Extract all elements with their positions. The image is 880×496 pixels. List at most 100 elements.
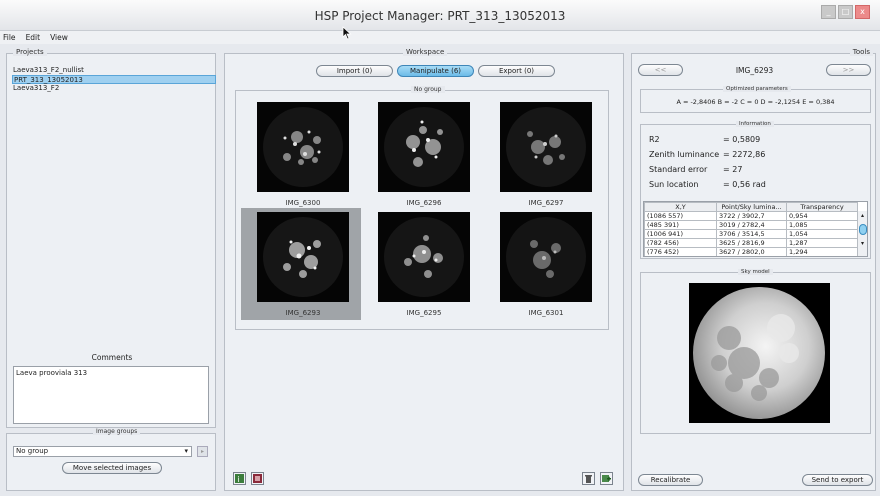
image-thumbnail[interactable]: IMG_6295 — [378, 212, 470, 317]
info-value: = 27 — [723, 165, 743, 174]
fisheye-image — [378, 212, 470, 302]
image-caption: IMG_6297 — [528, 199, 564, 207]
fisheye-image — [257, 102, 349, 192]
optimized-parameters-box: Optimized parameters A = -2,8406 B = -2 … — [640, 86, 871, 113]
info-value: = 0,5809 — [723, 135, 761, 144]
table-cell: 1,085 — [786, 220, 858, 230]
image-thumbnail-selected[interactable]: IMG_6293 — [257, 212, 349, 317]
info-row: R2 = 0,5809 — [649, 135, 760, 144]
image-stack-icon[interactable] — [251, 472, 264, 485]
current-image-name: IMG_6293 — [735, 66, 774, 75]
group-select[interactable]: No group ▾ — [13, 446, 192, 457]
trash-icon[interactable] — [582, 472, 595, 485]
close-button[interactable]: x — [855, 5, 870, 19]
tab-manipulate[interactable]: Manipulate (6) — [397, 65, 474, 77]
info-icon[interactable]: i — [233, 472, 246, 485]
sky-model-image — [689, 283, 830, 423]
tools-panel: Tools << IMG_6293 >> Optimized parameter… — [631, 48, 876, 491]
table-cell: 3706 / 3514,5 — [716, 229, 787, 239]
workspace-legend: Workspace — [403, 48, 448, 56]
table-row[interactable]: (776 452) 3627 / 2802,0 1,294 — [644, 247, 858, 256]
group-action-icon[interactable]: ▸ — [197, 446, 208, 457]
recalibrate-button[interactable]: Recalibrate — [638, 474, 703, 486]
projects-legend: Projects — [13, 48, 47, 56]
column-header[interactable]: Transparency — [786, 202, 858, 212]
table-cell: 0,954 — [786, 211, 858, 221]
image-thumbnail[interactable]: IMG_6300 — [257, 102, 349, 207]
send-to-export-button[interactable]: Send to export — [802, 474, 873, 486]
table-row[interactable]: (485 391) 3019 / 2782,4 1,085 — [644, 220, 858, 230]
group-select-value: No group — [16, 447, 49, 455]
previous-image-button[interactable]: << — [638, 64, 683, 76]
maximize-button[interactable]: □ — [838, 5, 853, 19]
table-cell: (1006 941) — [644, 229, 717, 239]
tab-export[interactable]: Export (0) — [478, 65, 555, 77]
project-item-selected[interactable]: PRT_313_13052013 — [12, 75, 216, 84]
mouse-cursor-icon — [342, 26, 352, 40]
no-group-legend: No group — [411, 86, 445, 93]
column-header[interactable]: Point/Sky lumina... — [716, 202, 787, 212]
table-cell: (485 391) — [644, 220, 717, 230]
sky-model-box: Sky model — [640, 269, 871, 434]
fisheye-image — [257, 212, 349, 302]
scrollbar-thumb[interactable] — [858, 224, 867, 235]
info-value: = 0,56 rad — [723, 180, 766, 189]
comments-textarea[interactable]: Laeva prooviala 313 — [13, 366, 209, 424]
project-item[interactable]: Laeva313_F2 — [12, 84, 216, 93]
tools-legend: Tools — [849, 48, 873, 56]
projects-panel: Projects Laeva313_F2_nullist PRT_313_130… — [6, 48, 216, 428]
move-selected-images-button[interactable]: Move selected images — [62, 462, 162, 474]
points-table-container[interactable]: X,Y Point/Sky lumina... Transparency (10… — [643, 201, 868, 257]
info-key: Standard error — [649, 165, 708, 174]
column-header[interactable]: X,Y — [644, 202, 717, 212]
fisheye-image — [500, 212, 592, 302]
project-list: Laeva313_F2_nullist PRT_313_13052013 Lae… — [12, 66, 216, 93]
table-row[interactable]: (782 456) 3625 / 2816,9 1,287 — [644, 238, 858, 248]
sky-model-legend: Sky model — [738, 269, 773, 275]
comments-label: Comments — [91, 353, 133, 362]
scroll-down-icon[interactable]: ▾ — [858, 239, 867, 248]
image-thumbnail[interactable]: IMG_6301 — [500, 212, 592, 317]
table-cell: 3625 / 2816,9 — [716, 238, 787, 248]
workspace-panel: Workspace Import (0) Manipulate (6) Expo… — [224, 48, 624, 491]
table-cell: (1086 557) — [644, 211, 717, 221]
information-legend: Information — [736, 121, 774, 127]
project-item[interactable]: Laeva313_F2_nullist — [12, 66, 216, 75]
scroll-up-icon[interactable]: ▴ — [858, 211, 867, 220]
minimize-button[interactable]: _ — [821, 5, 836, 19]
image-caption: IMG_6296 — [406, 199, 442, 207]
table-cell: 3722 / 3902,7 — [716, 211, 787, 221]
info-key: Sun location — [649, 180, 699, 189]
svg-text:i: i — [238, 475, 240, 484]
table-cell: (782 456) — [644, 238, 717, 248]
points-table: X,Y Point/Sky lumina... Transparency (10… — [644, 202, 858, 256]
menu-edit[interactable]: Edit — [26, 31, 41, 44]
table-scrollbar[interactable]: ▴ ▾ — [857, 211, 867, 256]
chevron-down-icon: ▾ — [184, 447, 188, 455]
image-caption: IMG_6301 — [528, 309, 564, 317]
next-image-button[interactable]: >> — [826, 64, 871, 76]
table-cell: 3627 / 2802,0 — [716, 247, 787, 256]
window-title: HSP Project Manager: PRT_313_13052013 — [314, 9, 566, 23]
tab-import[interactable]: Import (0) — [316, 65, 393, 77]
image-groups-legend: Image groups — [93, 428, 141, 435]
image-thumbnail[interactable]: IMG_6296 — [378, 102, 470, 207]
information-box: Information R2 = 0,5809 Zenith luminance =… — [640, 121, 871, 259]
table-cell: 1,054 — [786, 229, 858, 239]
image-caption: IMG_6293 — [285, 309, 321, 317]
menu-file[interactable]: File — [3, 31, 16, 44]
menu-view[interactable]: View — [50, 31, 68, 44]
sky-model-svg — [689, 283, 830, 423]
table-row[interactable]: (1006 941) 3706 / 3514,5 1,054 — [644, 229, 858, 239]
table-row[interactable]: (1086 557) 3722 / 3902,7 0,954 — [644, 211, 858, 221]
image-thumbnail[interactable]: IMG_6297 — [500, 102, 592, 207]
fisheye-image — [378, 102, 470, 192]
info-row: Zenith luminance = 2272,86 — [649, 150, 765, 159]
image-caption: IMG_6295 — [406, 309, 442, 317]
info-value: = 2272,86 — [723, 150, 766, 159]
menu-bar: File Edit View — [0, 31, 880, 44]
info-key: Zenith luminance — [649, 150, 720, 159]
table-cell: (776 452) — [644, 247, 717, 256]
add-image-icon[interactable] — [600, 472, 613, 485]
optimized-parameters-legend: Optimized parameters — [723, 86, 791, 92]
